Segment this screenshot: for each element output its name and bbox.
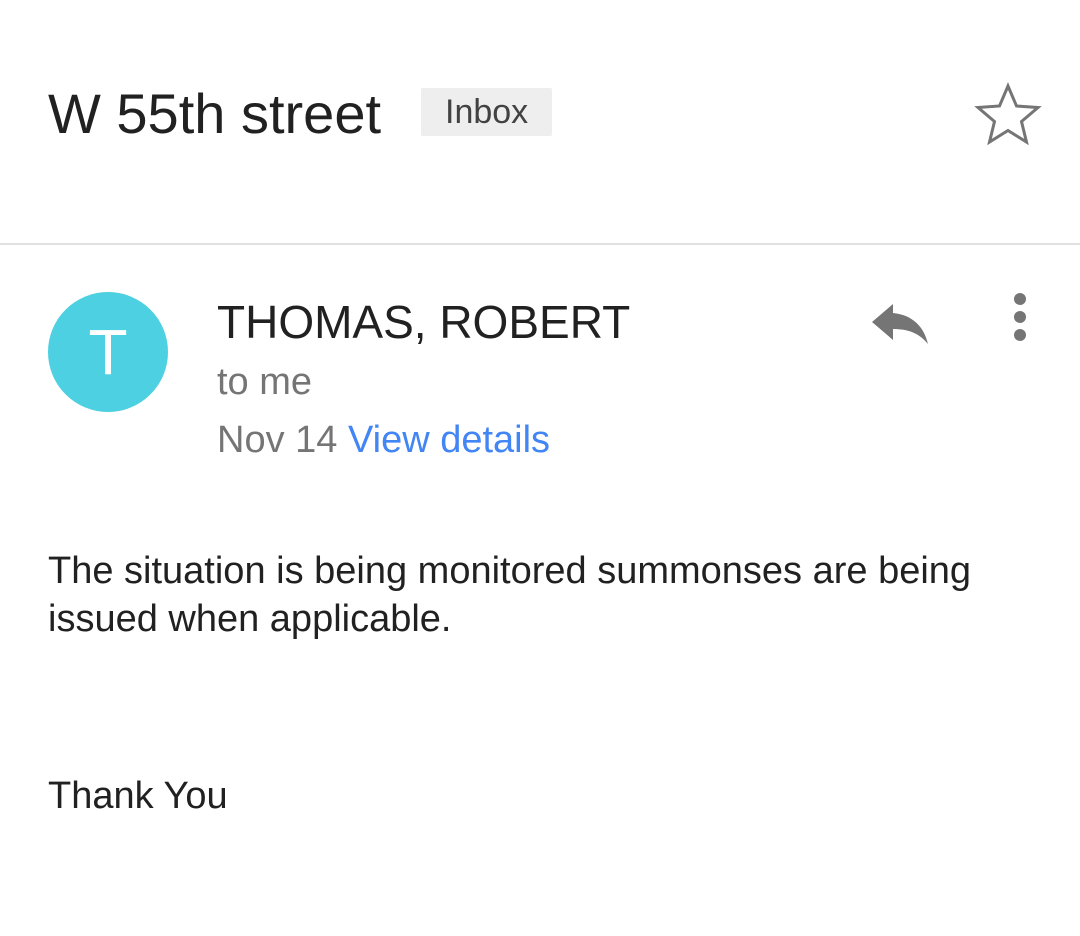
sender-name: THOMAS, ROBERT (217, 296, 631, 348)
email-subject: W 55th street (48, 82, 382, 145)
message-header: W 55th street Inbox (0, 0, 1080, 243)
reply-icon[interactable] (866, 290, 932, 350)
avatar[interactable]: T (48, 292, 168, 412)
message-date: Nov 14 (217, 419, 338, 461)
message-closing: Thank You (48, 775, 228, 817)
message-body: The situation is being monitored summons… (48, 550, 972, 640)
star-icon[interactable] (972, 80, 1044, 146)
view-details-link[interactable]: View details (348, 419, 550, 461)
date-line: Nov 14 View details (217, 415, 550, 465)
more-vert-icon[interactable] (1000, 290, 1040, 346)
recipient-line: to me (217, 361, 313, 403)
inbox-label-chip[interactable]: Inbox (421, 88, 553, 136)
header-divider (0, 243, 1080, 245)
